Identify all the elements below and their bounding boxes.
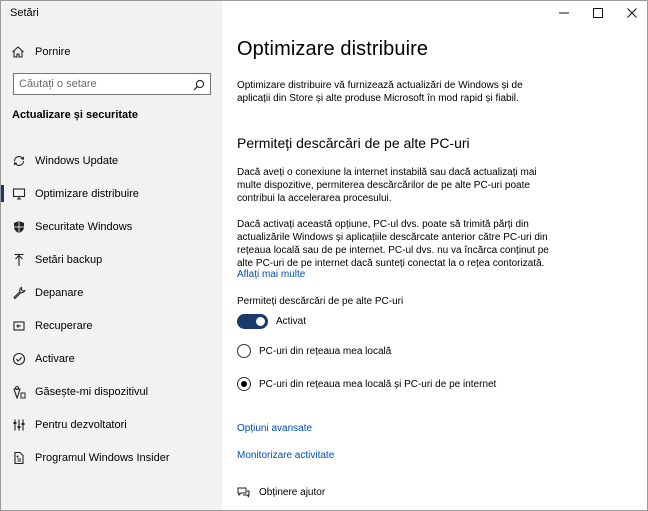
description-paragraph-1: Dacă aveți o conexiune la internet insta… [237,167,537,204]
search-box[interactable] [13,73,211,95]
activity-monitor-link[interactable]: Monitorizare activitate [237,450,334,461]
radio-option-local[interactable]: PC-uri din rețeaua mea locală [237,344,391,358]
get-help-link[interactable]: Obținere ajutor [237,486,325,499]
toggle-state-label: Activat [276,316,307,327]
advanced-options-link[interactable]: Opțiuni avansate [237,423,312,434]
sidebar-item-label: Recuperare [35,319,93,332]
sidebar-item-find-device[interactable]: Găsește-mi dispozitivul [1,375,222,408]
sidebar-item-label: Depanare [35,286,84,299]
window-controls [547,1,647,25]
radio-local-label: PC-uri din rețeaua mea locală [259,345,392,357]
sidebar-item-delivery-optimization[interactable]: Optimizare distribuire [1,177,222,210]
learn-more-link[interactable]: Aflați mai multe [237,269,305,280]
find-device-icon [12,385,26,399]
main-content: Optimizare distribuire Optimizare distri… [222,1,647,510]
developer-icon [12,418,26,432]
check-circle-icon [12,352,26,366]
page-title: Optimizare distribuire [237,38,429,60]
sidebar-item-backup[interactable]: Setări backup [1,243,222,276]
get-help-label: Obținere ajutor [259,487,326,498]
sidebar-item-troubleshoot[interactable]: Depanare [1,276,222,309]
sidebar-item-activation[interactable]: Activare [1,342,222,375]
radio-internet-label: PC-uri din rețeaua mea locală și PC-uri … [259,378,497,390]
description-paragraph-2: Dacă activați această opțiune, PC-ul dvs… [237,219,549,269]
recovery-icon [12,319,26,333]
home-label: Pornire [35,46,71,58]
sidebar-item-label: Setări backup [35,253,103,266]
sidebar-item-label: Găsește-mi dispozitivul [35,385,149,398]
toggle-label: Permiteți descărcări de pe alte PC-uri [237,296,404,307]
sidebar-item-insider[interactable]: Programul Windows Insider [1,441,222,474]
toggle-knob [256,317,265,326]
close-button[interactable] [615,1,647,25]
sidebar-item-label: Windows Update [35,154,119,167]
radio-option-internet[interactable]: PC-uri din rețeaua mea locală și PC-uri … [237,377,496,391]
shield-icon [12,220,26,234]
wrench-icon [12,286,26,300]
search-input[interactable] [14,78,184,90]
sidebar-item-windows-update[interactable]: Windows Update [1,144,222,177]
radio-local[interactable] [237,344,251,358]
upload-arrow-icon [12,253,26,267]
sidebar-item-label: Securitate Windows [35,220,133,233]
section-title: Actualizare și securitate [12,109,138,121]
sidebar-nav: Windows Update Optimizare distribuire Se… [1,144,222,474]
maximize-icon [593,8,603,18]
sidebar: Setări Pornire Actualizare și securitate… [1,1,222,510]
minimize-icon [559,12,569,14]
app-title: Setări [10,7,39,19]
sidebar-item-label: Programul Windows Insider [35,451,170,464]
maximize-button[interactable] [581,1,615,25]
help-chat-icon [237,486,250,499]
section-heading: Permiteți descărcări de pe alte PC-uri [237,135,470,151]
intro-text: Optimizare distribuire vă furnizează act… [237,80,523,104]
sidebar-item-windows-security[interactable]: Securitate Windows [1,210,222,243]
sidebar-item-label: Pentru dezvoltatori [35,418,127,431]
sidebar-item-label: Activare [35,352,75,365]
allow-downloads-toggle[interactable] [237,314,268,329]
sidebar-item-recovery[interactable]: Recuperare [1,309,222,342]
settings-window: Setări Pornire Actualizare și securitate… [0,0,648,511]
home-icon [11,45,25,59]
home-button[interactable]: Pornire [11,43,70,61]
radio-internet[interactable] [237,377,251,391]
minimize-button[interactable] [547,1,581,25]
sidebar-item-developers[interactable]: Pentru dezvoltatori [1,408,222,441]
sidebar-item-label: Optimizare distribuire [35,187,139,200]
search-icon[interactable] [193,78,205,91]
refresh-icon [12,154,26,168]
close-icon [627,8,637,18]
delivery-optimization-icon [12,187,26,201]
insider-icon [12,451,26,465]
